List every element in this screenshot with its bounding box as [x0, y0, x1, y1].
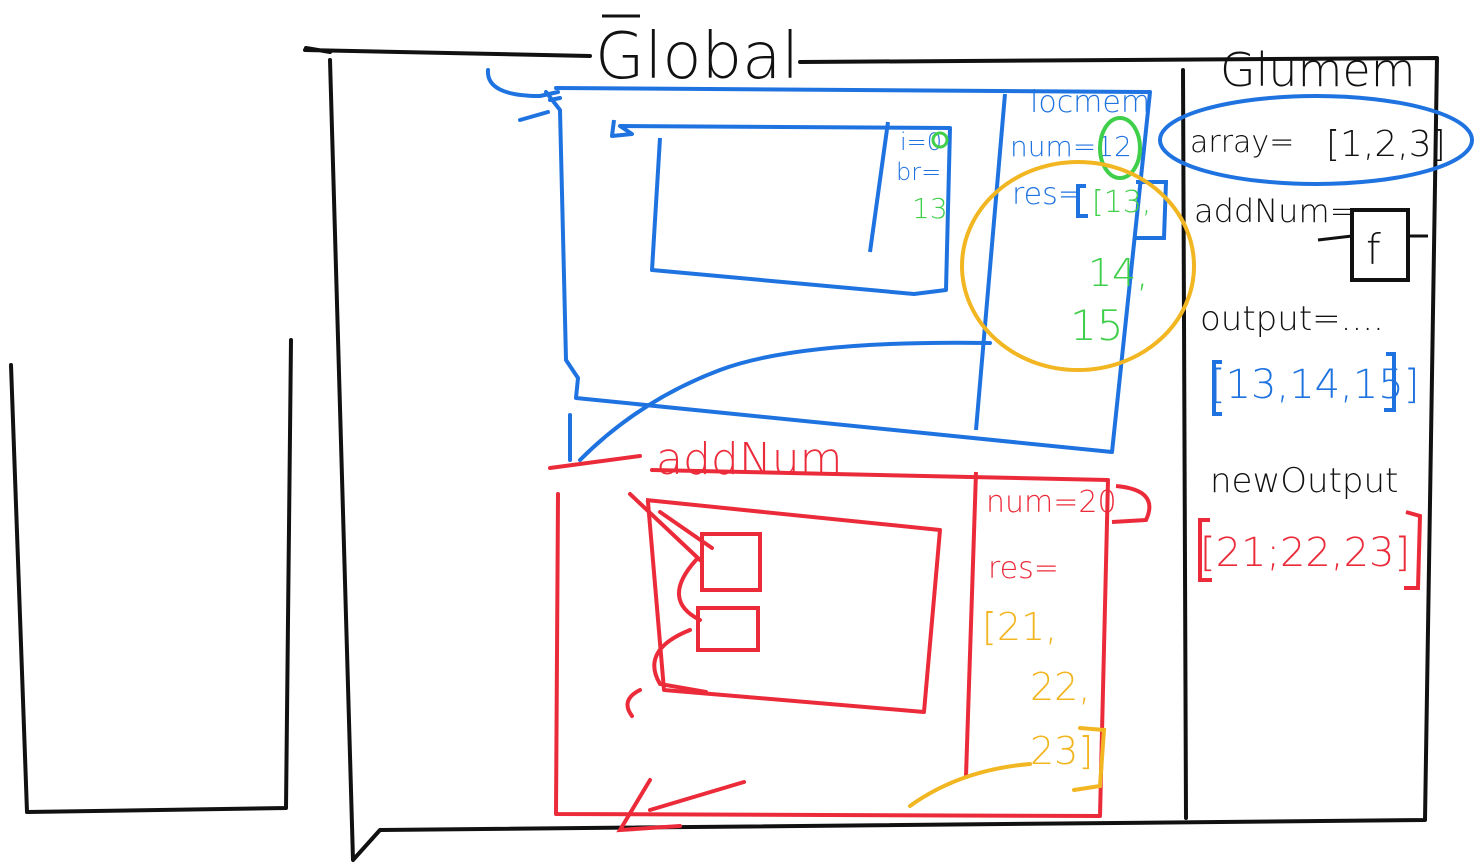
blue-execution-context: locmem num=12 res= i=0 br= 13 [13, 14, 1… [485, 68, 1196, 462]
inner-green-value: 13 [912, 192, 948, 225]
inner-i-label: i=0 [900, 128, 942, 156]
global-memory-title: Glumem [1220, 43, 1416, 97]
global-title: Global [595, 20, 799, 94]
blue-local-memory-divider [974, 93, 1007, 431]
blue-inner-divider [868, 121, 890, 253]
newoutput-label: newOutput [1210, 461, 1398, 501]
red-res-value-21: [21, [982, 605, 1057, 649]
call-stack-box [9, 338, 293, 814]
global-memory-divider [1181, 68, 1188, 820]
array-label: array= [1190, 125, 1294, 160]
inner-br-label: br= [896, 158, 941, 186]
addnum-function-value: f [1366, 225, 1381, 274]
global-frame [303, 46, 1439, 862]
newoutput-value: [21;22,23] [1200, 530, 1410, 576]
res-value-14: 14, [1088, 251, 1148, 295]
addnum-label: addNum= [1194, 192, 1356, 230]
whiteboard-canvas: Global Glumem array= [1,2,3] addNum= f o… [9, 14, 1474, 862]
red-num-value: num=20 [986, 485, 1117, 520]
red-res-label: res= [988, 551, 1059, 586]
blue-local-memory-title: locmem [1030, 85, 1150, 120]
res-value-13: [13, [1092, 185, 1151, 220]
red-res-value-23: 23] [1030, 729, 1093, 773]
red-execution-context: addNum num=20 res= [21, 22, 23] [548, 434, 1152, 833]
red-context-title: addNum [656, 434, 842, 485]
blue-num-value: num=12 [1010, 130, 1132, 163]
red-inner-box-1 [700, 532, 762, 592]
red-inner-box-2 [696, 606, 760, 652]
output-label: output=.... [1200, 299, 1384, 339]
red-flow-arrows [616, 492, 746, 833]
array-value: [1,2,3] [1326, 124, 1446, 165]
red-local-memory-divider [964, 471, 978, 777]
red-res-value-22: 22, [1030, 665, 1090, 709]
output-value: [13,14,15] [1210, 362, 1419, 408]
res-value-15: 15 [1070, 301, 1123, 350]
blue-res-label: res= [1012, 177, 1083, 212]
red-num-bracket [1111, 484, 1152, 524]
